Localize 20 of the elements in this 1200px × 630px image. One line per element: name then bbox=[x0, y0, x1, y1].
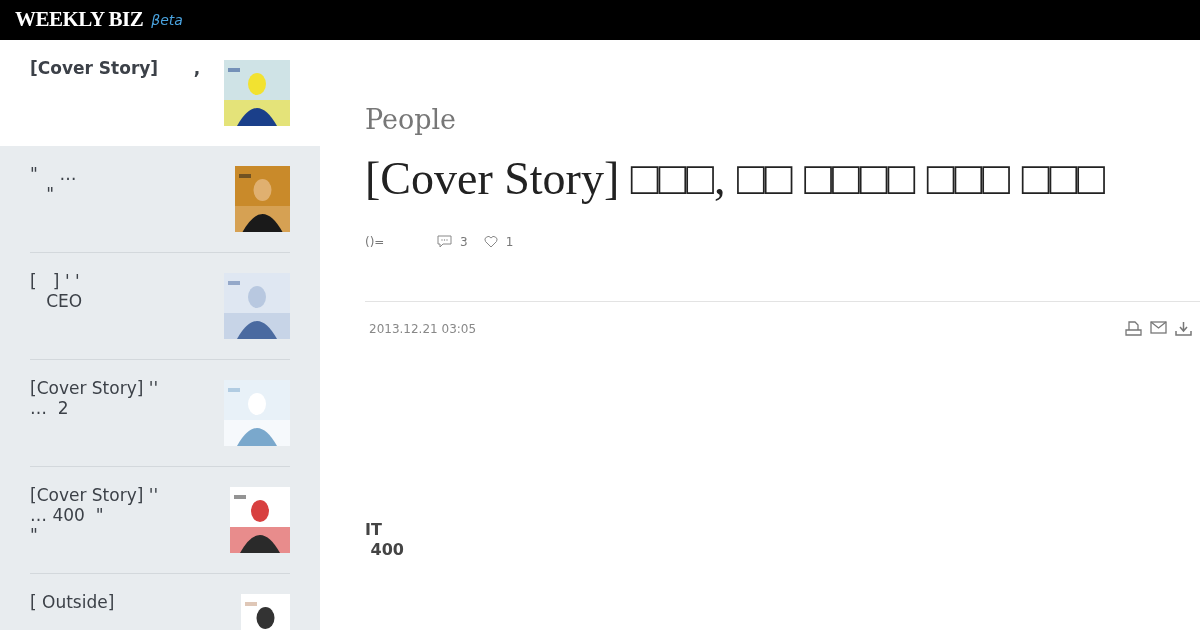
byline: ()= bbox=[365, 233, 386, 251]
beta-label: βeta bbox=[151, 10, 183, 30]
article-title: [Cover Story] □□□, □□ □□□□ □□□ □□□ bbox=[365, 151, 1106, 206]
sidebar-item[interactable]: [ Outside] bbox=[0, 574, 320, 630]
section-label[interactable]: People bbox=[365, 100, 1200, 141]
mail-icon[interactable] bbox=[1150, 321, 1167, 334]
print-icon[interactable] bbox=[1125, 321, 1142, 336]
like-count: 1 bbox=[505, 233, 514, 251]
comment-icon[interactable] bbox=[437, 235, 452, 248]
publish-date: 2013.12.21 03:05 bbox=[368, 320, 478, 338]
site-logo[interactable]: WEEKLY BIZ bbox=[15, 4, 144, 36]
heart-icon[interactable] bbox=[483, 235, 498, 248]
sidebar-item[interactable]: " … " bbox=[0, 146, 320, 253]
article-text: IT 400 bbox=[365, 519, 405, 560]
download-icon[interactable] bbox=[1175, 321, 1192, 336]
sidebar-item[interactable]: [Cover Story] '' … 400 " " bbox=[0, 467, 320, 574]
sidebar-item[interactable]: [Cover Story] , bbox=[0, 40, 320, 146]
comment-count: 3 bbox=[460, 233, 468, 251]
sidebar-item[interactable]: [ ] ' ' CEO bbox=[0, 253, 320, 360]
sidebar-item[interactable]: [Cover Story] '' … 2 bbox=[0, 360, 320, 467]
